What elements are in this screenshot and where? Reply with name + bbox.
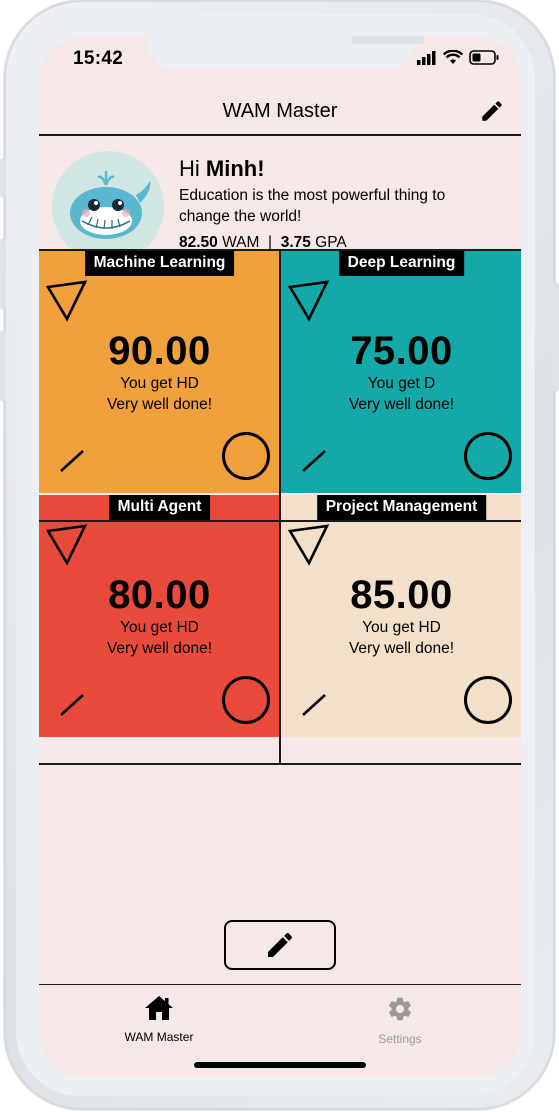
profile-section: Hi Minh! Education is the most powerful … [39,136,521,263]
slash-icon [60,450,84,472]
slash-icon [60,694,84,716]
circle-icon [464,676,512,724]
edit-pencil-icon [268,932,293,957]
greeting-prefix: Hi [179,156,206,181]
slash-icon [302,450,326,472]
subject-score: 90.00 [108,329,211,373]
circle-icon [464,432,512,480]
subject-card-project-management[interactable]: Project Management 85.00 You get HD Very… [281,495,521,737]
subject-grade: You get HD [120,619,199,636]
subject-message: Very well done! [348,396,455,413]
status-time: 15:42 [73,48,124,69]
edit-scores-button[interactable] [224,920,336,970]
grid-divider-vertical [279,249,281,765]
volume-up-button [0,238,6,310]
app-screen: 15:42 WAM Master Hi Minh! Education is t… [39,36,521,1077]
tab-wam-master[interactable]: WAM Master [79,995,239,1044]
subject-message: Very well done! [106,640,213,657]
home-indicator [194,1062,366,1068]
circle-icon [222,676,270,724]
volume-down-button [0,330,6,402]
app-header: WAM Master [39,88,521,136]
triangle-icon [287,280,330,322]
subject-card-multi-agent[interactable]: Multi Agent 80.00 You get HD Very well d… [39,495,280,737]
greeting: Hi Minh! [179,156,265,182]
wifi-icon [443,50,463,64]
subject-score: 80.00 [108,573,211,617]
motto-text: Education is the most powerful thing to … [179,187,446,225]
home-icon [145,996,173,1020]
subject-grade: You get D [367,375,436,392]
subject-card-machine-learning[interactable]: Machine Learning 90.00 You get HD Very w… [39,251,280,493]
gear-icon [389,997,411,1021]
subject-title: Project Management [316,495,487,520]
subject-title: Machine Learning [84,251,235,276]
edit-pencil-icon[interactable] [479,98,505,124]
speaker-grille [351,36,425,44]
tab-settings[interactable]: Settings [320,995,480,1046]
tab-label: WAM Master [124,1030,194,1044]
power-button [553,282,559,392]
triangle-icon [45,280,88,322]
status-icons [417,50,499,65]
notch [147,36,425,68]
subject-title: Deep Learning [338,251,465,276]
subject-grade: You get HD [362,619,441,636]
circle-icon [222,432,270,480]
subject-message: Very well done! [348,640,455,657]
subject-score: 75.00 [350,329,453,373]
subject-grade: You get HD [120,375,199,392]
subject-card-deep-learning[interactable]: Deep Learning 75.00 You get D Very well … [281,251,521,493]
subject-message: Very well done! [106,396,213,413]
subject-score: 85.00 [350,573,453,617]
tab-label: Settings [378,1032,422,1046]
slash-icon [302,694,326,716]
user-name: Minh! [205,156,265,181]
triangle-icon [45,524,88,566]
mute-switch [0,158,6,198]
triangle-icon [287,524,330,566]
grid-divider-horizontal [39,520,521,522]
whale-avatar [52,151,164,263]
subject-title: Multi Agent [108,495,211,520]
app-title: WAM Master [222,100,338,122]
signal-icon [417,50,436,65]
battery-icon [469,50,499,65]
